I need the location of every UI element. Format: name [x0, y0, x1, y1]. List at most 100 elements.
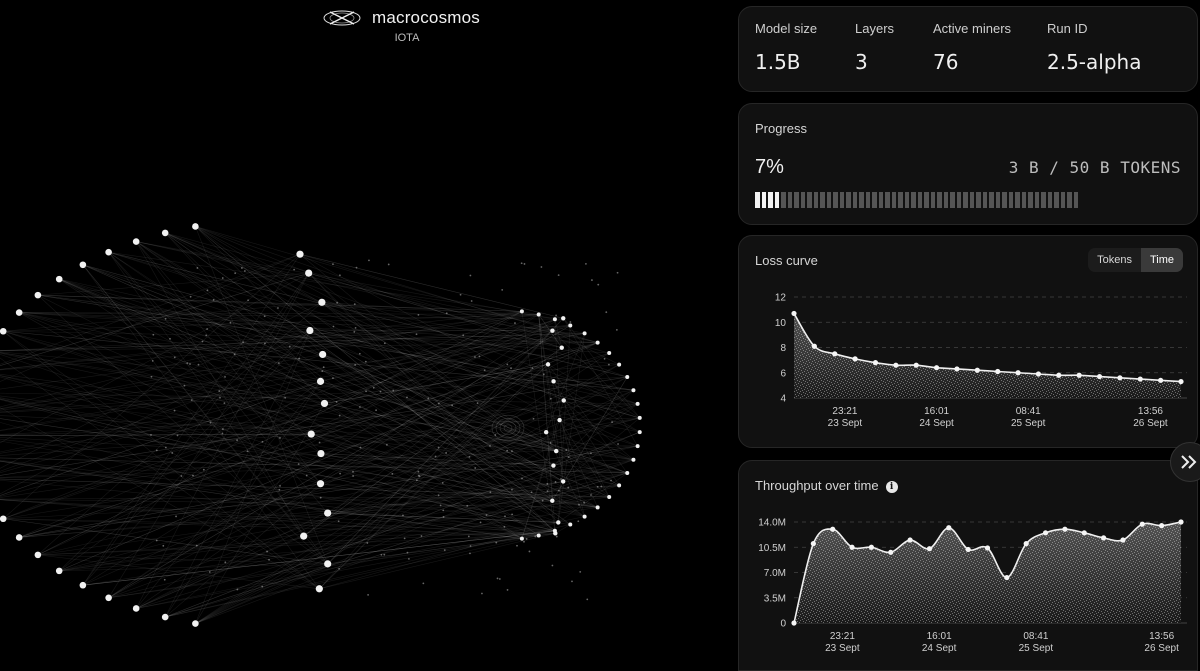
data-point[interactable]	[1159, 523, 1165, 529]
data-point[interactable]	[984, 545, 991, 551]
data-point[interactable]	[933, 365, 940, 371]
network-node[interactable]	[161, 613, 169, 621]
network-node[interactable]	[15, 309, 23, 316]
network-node[interactable]	[552, 317, 557, 322]
network-node[interactable]	[324, 560, 332, 568]
network-node[interactable]	[551, 379, 556, 384]
data-point[interactable]	[995, 368, 1001, 375]
network-node[interactable]	[595, 340, 600, 345]
network-node[interactable]	[34, 551, 42, 559]
network-node[interactable]	[132, 605, 140, 612]
network-node[interactable]	[0, 327, 7, 335]
data-point[interactable]	[1042, 530, 1049, 536]
network-node[interactable]	[635, 444, 640, 449]
network-node[interactable]	[536, 312, 541, 317]
network-node[interactable]	[582, 514, 587, 519]
network-node[interactable]	[568, 522, 573, 527]
network-node[interactable]	[0, 515, 7, 523]
data-point[interactable]	[913, 362, 919, 368]
network-node[interactable]	[317, 449, 325, 458]
data-point[interactable]	[849, 544, 855, 550]
network-node[interactable]	[55, 275, 63, 283]
data-point[interactable]	[868, 544, 874, 550]
data-point[interactable]	[1062, 526, 1068, 532]
network-node[interactable]	[561, 316, 566, 321]
network-node[interactable]	[595, 505, 600, 510]
data-point[interactable]	[852, 356, 858, 362]
network-node[interactable]	[161, 229, 169, 237]
network-node[interactable]	[192, 223, 199, 230]
network-node[interactable]	[79, 581, 87, 589]
toggle-time[interactable]: Time	[1140, 248, 1183, 272]
network-node[interactable]	[552, 528, 557, 533]
data-point[interactable]	[888, 549, 894, 555]
info-icon[interactable]: i	[885, 481, 898, 493]
network-node[interactable]	[550, 328, 555, 333]
network-node[interactable]	[316, 377, 325, 385]
data-point[interactable]	[832, 351, 838, 357]
data-point[interactable]	[1139, 521, 1145, 527]
network-node[interactable]	[543, 429, 549, 435]
data-point[interactable]	[893, 362, 899, 368]
network-node[interactable]	[105, 248, 112, 256]
network-node[interactable]	[316, 480, 325, 488]
data-point[interactable]	[1035, 371, 1042, 377]
data-point[interactable]	[1004, 574, 1010, 581]
network-node[interactable]	[557, 417, 562, 423]
network-node[interactable]	[554, 448, 559, 454]
data-point[interactable]	[1056, 372, 1062, 378]
network-node[interactable]	[320, 399, 329, 408]
network-node[interactable]	[631, 388, 636, 393]
data-point[interactable]	[1178, 519, 1184, 525]
data-point[interactable]	[965, 546, 971, 553]
data-point[interactable]	[1158, 377, 1164, 383]
network-node[interactable]	[559, 345, 564, 350]
network-node[interactable]	[305, 269, 313, 277]
data-point[interactable]	[1096, 373, 1103, 380]
network-node[interactable]	[34, 291, 42, 299]
network-node[interactable]	[607, 351, 612, 356]
network-node[interactable]	[617, 483, 622, 488]
data-point[interactable]	[810, 541, 816, 547]
data-point[interactable]	[907, 537, 913, 543]
network-node[interactable]	[617, 362, 622, 367]
data-point[interactable]	[791, 620, 797, 626]
network-node[interactable]	[306, 326, 314, 335]
network-node[interactable]	[315, 585, 323, 593]
network-node[interactable]	[324, 509, 332, 517]
network-node[interactable]	[556, 520, 561, 525]
toggle-tokens[interactable]: Tokens	[1088, 248, 1141, 272]
network-node[interactable]	[635, 401, 640, 406]
network-node[interactable]	[545, 362, 551, 367]
network-node[interactable]	[551, 463, 556, 468]
network-node[interactable]	[561, 398, 566, 403]
network-node[interactable]	[307, 430, 315, 438]
network-node[interactable]	[568, 323, 573, 328]
network-node[interactable]	[536, 533, 541, 538]
data-point[interactable]	[1076, 372, 1082, 378]
data-point[interactable]	[811, 343, 817, 349]
network-node[interactable]	[607, 494, 612, 499]
data-point[interactable]	[872, 360, 879, 366]
network-node[interactable]	[296, 250, 304, 258]
network-node[interactable]	[519, 536, 524, 541]
network-node[interactable]	[318, 298, 326, 306]
data-point[interactable]	[1081, 530, 1087, 536]
data-point[interactable]	[1023, 541, 1029, 547]
network-node[interactable]	[105, 594, 112, 602]
data-point[interactable]	[791, 310, 797, 317]
network-node[interactable]	[79, 261, 87, 269]
data-point[interactable]	[954, 366, 960, 372]
data-point[interactable]	[1117, 375, 1123, 381]
network-node[interactable]	[192, 620, 199, 627]
network-node[interactable]	[132, 238, 140, 245]
data-point[interactable]	[1101, 535, 1107, 541]
network-node[interactable]	[15, 534, 23, 541]
data-point[interactable]	[926, 546, 933, 552]
data-point[interactable]	[1120, 537, 1126, 543]
data-point[interactable]	[974, 367, 980, 373]
network-node[interactable]	[550, 498, 555, 503]
network-node[interactable]	[519, 309, 524, 314]
data-point[interactable]	[1137, 376, 1143, 382]
network-node[interactable]	[300, 532, 308, 540]
